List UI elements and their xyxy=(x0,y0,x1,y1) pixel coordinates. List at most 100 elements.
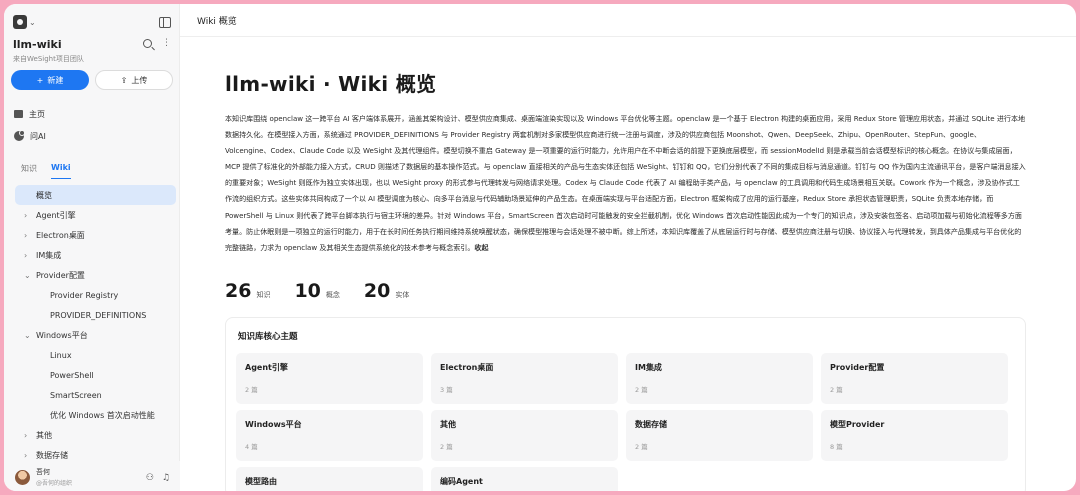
tree-item[interactable]: SmartScreen xyxy=(15,385,176,405)
nav-item-ask-ai[interactable]: 问AI xyxy=(14,125,46,147)
topic-card[interactable]: Agent引擎 2 篇 xyxy=(236,353,423,404)
topic-card-title: Windows平台 xyxy=(245,420,302,429)
chevron-right-icon[interactable]: › xyxy=(24,431,36,440)
tree-item[interactable]: Provider Registry xyxy=(15,285,176,305)
home-icon xyxy=(14,110,23,118)
new-button[interactable]: + 新建 xyxy=(11,70,89,90)
upload-button[interactable]: ⇪ 上传 xyxy=(95,70,173,90)
tree-item[interactable]: ⌄ Windows平台 xyxy=(15,325,176,345)
topic-card-count: 2 篇 xyxy=(245,386,258,394)
stats-row: 26 知识 10 概念 20 实体 xyxy=(225,280,1026,302)
app-logo-icon xyxy=(13,15,27,29)
user-profile[interactable]: 吾何 @吾何的组织 ⚇ ♫ xyxy=(15,461,180,491)
topic-card[interactable]: Windows平台 4 篇 xyxy=(236,410,423,461)
collapse-link[interactable]: 收起 xyxy=(474,243,488,252)
topic-card[interactable]: 数据存储 2 篇 xyxy=(626,410,813,461)
sidebar: ⌄ llm-wiki 来自WeSight项目团队 ⋮ + 新建 ⇪ 上传 主页 … xyxy=(4,4,180,491)
topic-card[interactable]: IM集成 2 篇 xyxy=(626,353,813,404)
stat-knowledge: 26 知识 xyxy=(225,280,270,302)
tree-item[interactable]: PowerShell xyxy=(15,365,176,385)
tree-item-label: SmartScreen xyxy=(50,390,102,400)
topic-card-title: 编码Agent xyxy=(440,477,483,486)
chevron-right-icon[interactable]: › xyxy=(24,251,36,260)
plus-icon: + xyxy=(36,75,44,85)
topics-title: 知识库核心主题 xyxy=(238,332,298,342)
tree-item-label: PROVIDER_DEFINITIONS xyxy=(50,310,147,320)
stat-value: 20 xyxy=(363,280,391,302)
topic-cards: Agent引擎 2 篇 Electron桌面 3 篇 IM集成 2 篇 Provider配置… xyxy=(236,353,1015,491)
stat-label: 概念 xyxy=(325,291,340,299)
topic-card-count: 8 篇 xyxy=(830,443,843,451)
new-button-label: 新建 xyxy=(47,75,64,85)
topic-card-count: 3 篇 xyxy=(440,386,453,394)
tree-item-label: Provider配置 xyxy=(36,270,85,280)
topic-card-count: 2 篇 xyxy=(635,443,648,451)
user-org: @吾何的组织 xyxy=(36,480,73,487)
window-title: Wiki 概览 xyxy=(197,16,237,27)
tree-item[interactable]: 概览 xyxy=(15,185,176,205)
topic-card[interactable]: Electron桌面 3 篇 xyxy=(431,353,618,404)
tree-item[interactable]: › Agent引擎 xyxy=(15,205,176,225)
chevron-right-icon[interactable]: › xyxy=(24,451,36,460)
sidebar-header: ⌄ xyxy=(13,14,171,30)
upload-icon: ⇪ xyxy=(120,75,128,85)
topic-card[interactable]: 模型路由 xyxy=(236,467,423,491)
tree-item-label: 数据存储 xyxy=(36,450,68,460)
bell-icon[interactable]: ♫ xyxy=(162,473,170,483)
user-name: 吾何 xyxy=(36,468,50,476)
tree-item-label: Windows平台 xyxy=(36,330,88,340)
stat-value: 26 xyxy=(225,280,252,302)
topic-card-count: 4 篇 xyxy=(245,443,258,451)
tab-knowledge[interactable]: 知识 xyxy=(21,163,37,174)
add-user-icon[interactable]: ⚇ xyxy=(146,473,154,483)
tree-item[interactable]: PROVIDER_DEFINITIONS xyxy=(15,305,176,325)
tree-item-label: PowerShell xyxy=(50,370,94,380)
more-options-icon[interactable]: ⋮ xyxy=(162,39,171,48)
tree-item[interactable]: ⌄ Provider配置 xyxy=(15,265,176,285)
topic-card[interactable]: Provider配置 2 篇 xyxy=(821,353,1008,404)
stat-label: 知识 xyxy=(256,291,271,299)
chevron-right-icon[interactable]: › xyxy=(24,231,36,240)
topic-card[interactable]: 模型Provider 8 篇 xyxy=(821,410,1008,461)
topic-card[interactable]: 其他 2 篇 xyxy=(431,410,618,461)
workspace-switcher[interactable]: ⌄ xyxy=(13,15,36,29)
search-icon[interactable] xyxy=(143,39,152,48)
topic-card-count: 2 篇 xyxy=(635,386,648,394)
tree-item[interactable]: › Electron桌面 xyxy=(15,225,176,245)
tree-item-label: Provider Registry xyxy=(50,290,119,300)
tree-item-label: Electron桌面 xyxy=(36,230,85,240)
topic-card-title: IM集成 xyxy=(635,363,662,372)
overview-content: llm-wiki · Wiki 概览 本知识库围绕 openclaw 这一跨平台… xyxy=(225,68,1026,302)
ai-chat-icon xyxy=(14,130,25,141)
stat-label: 实体 xyxy=(395,291,410,299)
chevron-down-icon[interactable]: ⌄ xyxy=(24,271,36,280)
tree-item-label: Linux xyxy=(50,350,72,360)
tab-wiki[interactable]: Wiki xyxy=(51,163,71,179)
app-window: ⌄ llm-wiki 来自WeSight项目团队 ⋮ + 新建 ⇪ 上传 主页 … xyxy=(4,4,1076,491)
topbar: Wiki 概览 xyxy=(180,4,1076,37)
topic-card-count: 2 篇 xyxy=(440,443,453,451)
toggle-sidebar-icon[interactable] xyxy=(159,16,171,28)
tree-item[interactable]: 优化 Windows 首次启动性能 xyxy=(15,405,176,425)
summary-text: 本知识库围绕 openclaw 这一跨平台 AI 客户端体系展开，涵盖其架构设计… xyxy=(225,111,1026,272)
tree-item-label: 其他 xyxy=(36,430,52,440)
topic-card-title: 其他 xyxy=(440,420,456,429)
chevron-down-icon[interactable]: ⌄ xyxy=(24,331,36,340)
topic-card-count: 2 篇 xyxy=(830,386,843,394)
tree-item-label: Agent引擎 xyxy=(36,210,76,220)
tree-item[interactable]: › 其他 xyxy=(15,425,176,445)
tree-item-label: IM集成 xyxy=(36,250,62,260)
sidebar-nav: 主页 问AI xyxy=(14,103,46,147)
nav-item-home[interactable]: 主页 xyxy=(14,103,46,125)
topic-card[interactable]: 编码Agent xyxy=(431,467,618,491)
summary-body: 本知识库围绕 openclaw 这一跨平台 AI 客户端体系展开，涵盖其架构设计… xyxy=(225,114,1026,252)
chevron-down-icon: ⌄ xyxy=(29,17,36,27)
upload-button-label: 上传 xyxy=(131,75,148,85)
topic-card-title: 数据存储 xyxy=(635,420,667,429)
tree-item[interactable]: › IM集成 xyxy=(15,245,176,265)
chevron-right-icon[interactable]: › xyxy=(24,211,36,220)
main-content: Wiki 概览 llm-wiki · Wiki 概览 本知识库围绕 opencl… xyxy=(180,4,1076,491)
nav-item-label: 问AI xyxy=(30,131,46,141)
topic-card-title: Provider配置 xyxy=(830,363,885,372)
tree-item[interactable]: Linux xyxy=(15,345,176,365)
